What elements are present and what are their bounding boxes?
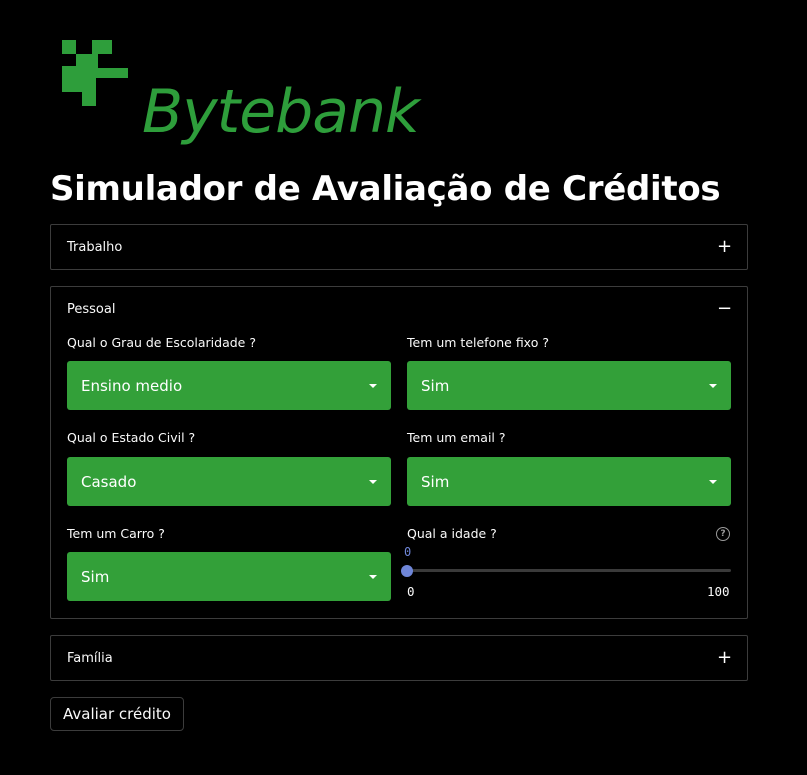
avaliar-credito-button[interactable]: Avaliar crédito [50, 697, 184, 731]
expander-familia[interactable]: Família + [50, 635, 748, 681]
estado-civil-label: Qual o Estado Civil ? [67, 430, 196, 445]
expander-header-familia[interactable]: Família + [51, 636, 747, 680]
idade-current-value: 0 [404, 545, 412, 559]
plus-icon[interactable]: + [717, 238, 732, 256]
expander-title: Trabalho [67, 239, 123, 255]
expander-header-trabalho[interactable]: Trabalho + [51, 225, 747, 269]
expander-trabalho[interactable]: Trabalho + [50, 224, 748, 270]
question-circle-icon[interactable]: ? [716, 527, 730, 541]
idade-slider-thumb[interactable] [401, 565, 413, 577]
idade-max-label: 100 [707, 584, 730, 599]
idade-label: Qual a idade ? [407, 526, 497, 541]
select-value: Sim [421, 472, 450, 491]
caret-down-icon [709, 383, 717, 388]
expander-header-pessoal[interactable]: Pessoal − [51, 287, 747, 331]
page-title: Simulador de Avaliação de Créditos [50, 169, 721, 209]
email-label: Tem um email ? [407, 430, 506, 445]
select-value: Casado [81, 472, 137, 491]
caret-down-icon [369, 383, 377, 388]
select-value: Sim [81, 567, 110, 586]
idade-min-label: 0 [407, 584, 415, 599]
estado-civil-select[interactable]: Casado [67, 457, 391, 506]
escolaridade-label: Qual o Grau de Escolaridade ? [67, 335, 256, 350]
bytebank-mark-icon [62, 40, 128, 106]
minus-icon[interactable]: − [717, 300, 732, 318]
select-value: Sim [421, 376, 450, 395]
plus-icon[interactable]: + [717, 649, 732, 667]
expander-title: Pessoal [67, 301, 116, 317]
telefone-select[interactable]: Sim [407, 361, 731, 410]
caret-down-icon [369, 479, 377, 484]
escolaridade-select[interactable]: Ensino medio [67, 361, 391, 410]
email-select[interactable]: Sim [407, 457, 731, 506]
expander-title: Família [67, 650, 113, 666]
bytebank-logo: Bytebank [62, 40, 442, 142]
carro-select[interactable]: Sim [67, 552, 391, 601]
expander-pessoal: Pessoal − Qual o Grau de Escolaridade ? … [50, 286, 748, 619]
brand-name: Bytebank [142, 77, 420, 147]
idade-slider-track[interactable] [407, 569, 731, 572]
caret-down-icon [369, 574, 377, 579]
carro-label: Tem um Carro ? [67, 526, 165, 541]
telefone-label: Tem um telefone fixo ? [407, 335, 549, 350]
caret-down-icon [709, 479, 717, 484]
select-value: Ensino medio [81, 376, 183, 395]
